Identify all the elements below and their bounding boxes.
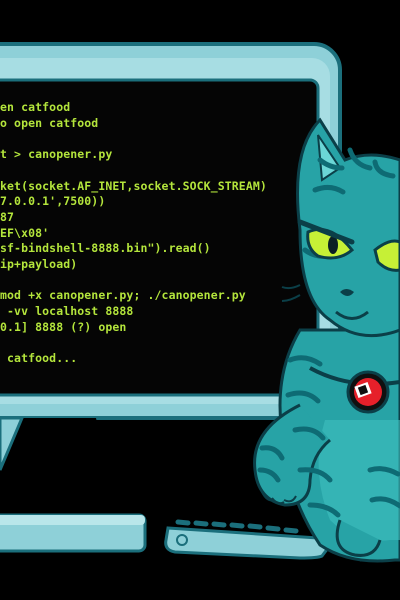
terminal-line: en catfood	[0, 100, 71, 114]
terminal-line: EF\x08'	[0, 225, 50, 240]
terminal-line: mod +x canopener.py; ./canopener.py	[0, 288, 246, 303]
terminal-line: 87	[0, 209, 15, 224]
terminal-line: t > canopener.py	[0, 147, 113, 162]
terminal-line: -vv localhost 8888	[0, 304, 134, 319]
terminal-line: ket(socket.AF_INET,socket.SOCK_STREAM)	[0, 178, 267, 193]
illustration: en catfood o open catfood t > canopener.py…	[0, 0, 400, 600]
terminal-line: o open catfood	[0, 115, 99, 130]
terminal-line: catfood...	[0, 351, 78, 366]
terminal-line: 7.0.0.1',7500))	[0, 194, 106, 209]
monitor-stand	[0, 418, 118, 520]
terminal-line: 0.1] 8888 (?) open	[0, 319, 127, 334]
terminal-output: en catfood o open catfood t > canopener.py…	[0, 100, 310, 390]
terminal-line: ip+payload)	[0, 257, 78, 271]
collar-tag-icon	[346, 370, 390, 414]
keyboard-icon	[164, 519, 330, 560]
terminal-line: sf-bindshell-8888.bin").read()	[0, 241, 211, 256]
